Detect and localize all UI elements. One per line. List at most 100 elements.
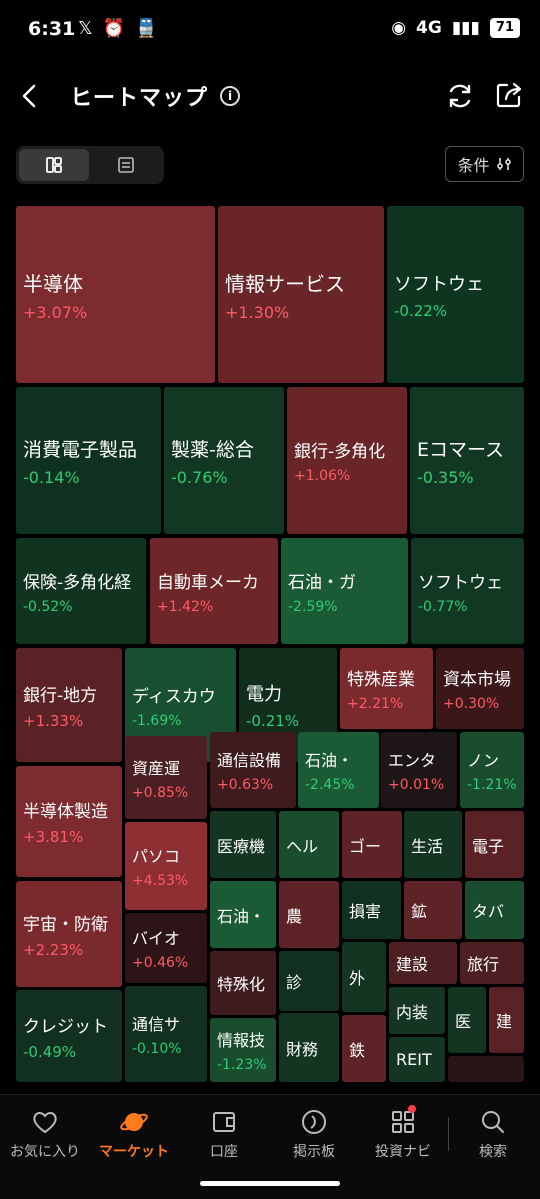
network-type: 4G [416,18,442,38]
tile-sector-name: 通信サ [132,1015,181,1034]
nav-favorites[interactable]: お気に入り [0,1107,90,1161]
heatmap-tile[interactable]: 財務 [279,1013,339,1082]
heatmap-tile[interactable]: 情報サービス +1.30% [218,206,384,383]
x-icon: 𝕏 [78,18,93,39]
heatmap-tile[interactable]: 製薬-総合 -0.76% [164,387,284,534]
heatmap-tile[interactable]: 宇宙・防衛 +2.23% [16,881,122,987]
heatmap-tile[interactable]: 建 [489,987,524,1053]
tile-sector-name: 鉄 [349,1040,366,1060]
heatmap-tile[interactable]: 農 [279,881,339,948]
heart-icon [33,1112,57,1134]
tile-sector-name: 製薬-総合 [171,438,254,461]
heatmap-tile[interactable]: 内装 [389,987,445,1034]
heatmap-tile[interactable]: 医療機 [210,811,276,878]
nav-invest-navi[interactable]: 投資ナビ [358,1105,448,1161]
heatmap-tile[interactable]: 石油・ [210,881,276,948]
tile-sector-name: 消費電子製品 [23,438,138,461]
tile-sector-name: ディスカウ [132,686,216,707]
heatmap-tile[interactable]: 情報技 -1.23% [210,1018,276,1082]
share-icon[interactable] [494,80,524,110]
tile-sector-name: 半導体 [23,271,83,296]
tile-change-percent: +4.53% [132,873,189,889]
tile-sector-name: 医 [455,1012,472,1031]
heatmap-tile[interactable]: 通信サ -0.10% [125,986,207,1082]
nav-search[interactable]: 検索 [448,1107,538,1161]
view-toggle [16,146,164,184]
tile-sector-name: 宇宙・防衛 [23,914,108,935]
heatmap-tile[interactable]: Eコマース -0.35% [410,387,524,534]
tile-change-percent: +0.46% [132,955,189,971]
heatmap-tile[interactable]: 電子 [465,811,524,878]
heatmap-tile[interactable]: ゴー [342,811,402,878]
filter-button[interactable]: 条件 [445,146,524,182]
tile-change-percent: -1.21% [467,777,517,793]
heatmap-tile[interactable]: 石油・ガ -2.59% [281,538,408,644]
tile-sector-name: 石油・ガ [288,572,356,593]
nav-account[interactable]: 口座 [179,1107,269,1161]
heatmap-tile[interactable]: 特殊産業 +2.21% [340,648,433,729]
heatmap-tile[interactable]: 銀行-地方 +1.33% [16,648,122,762]
tile-sector-name: 電子 [472,836,505,856]
tile-sector-name: 通信設備 [217,751,282,770]
heatmap-tile[interactable]: クレジット -0.49% [16,990,122,1082]
heatmap-tile[interactable]: 旅行 [460,942,524,984]
heatmap-tile[interactable]: 消費電子製品 -0.14% [16,387,161,534]
heatmap-tile[interactable]: 資産運 +0.85% [125,736,207,819]
heatmap-tile[interactable]: 鉄 [342,1015,386,1082]
heatmap-tile[interactable]: 半導体 +3.07% [16,206,215,383]
info-icon[interactable]: i [220,86,240,106]
tile-change-percent: +1.06% [294,468,351,484]
heatmap-tile[interactable]: 外 [342,942,386,1012]
list-view-button[interactable] [91,149,161,181]
heatmap-tile[interactable]: 鉱 [404,881,462,939]
heatmap-tile[interactable]: 損害 [342,881,401,939]
tile-sector-name: 銀行-地方 [23,685,98,706]
nav-board[interactable]: 掲示板 [269,1107,359,1161]
heatmap-tile[interactable]: 銀行-多角化 +1.06% [287,387,407,534]
tile-sector-name: 保険-多角化経 [23,572,132,593]
tile-change-percent: -0.35% [417,467,474,487]
heatmap-tile[interactable]: 半導体製造 +3.81% [16,766,122,877]
sliders-icon [496,158,511,170]
tile-sector-name: 銀行-多角化 [294,442,386,462]
tile-sector-name: 鉱 [411,902,428,921]
heatmap-tile[interactable] [448,1056,524,1082]
tile-sector-name: 診 [286,973,303,992]
signal-icon: ▮▮▮ [451,18,480,38]
hotspot-icon: ◉ [391,18,407,38]
heatmap-tile[interactable]: 資本市場 +0.30% [436,648,524,729]
heatmap-tile[interactable]: 石油・ -2.45% [298,732,379,808]
heatmap-tile[interactable]: REIT [389,1037,445,1082]
tile-sector-name: ソフトウェ [418,572,503,593]
heatmap-tile[interactable]: ソフトウェ -0.22% [387,206,524,383]
heatmap-tile[interactable]: 通信設備 +0.63% [210,732,296,808]
heatmap-tile[interactable]: 生活 [404,811,462,878]
heatmap-tile[interactable]: 自動車メーカ +1.42% [150,538,278,644]
home-indicator [200,1181,340,1186]
heatmap-tile[interactable]: 保険-多角化経 -0.52% [16,538,146,644]
heatmap-tile[interactable]: タバ [465,881,524,939]
tile-sector-name: ゴー [349,836,382,856]
tile-sector-name: 情報サービス [225,271,345,296]
heatmap-tile[interactable]: 特殊化 [210,951,276,1015]
chevron-left-icon[interactable] [12,78,48,114]
tile-sector-name: 財務 [286,1039,319,1059]
heatmap-tile[interactable]: パソコ +4.53% [125,822,207,910]
heatmap-tile[interactable]: エンタ +0.01% [381,732,457,808]
heatmap-tile[interactable]: 建設 [389,942,457,984]
heatmap-tile[interactable]: ノン -1.21% [460,732,524,808]
nav-market[interactable]: マーケット [89,1107,179,1161]
tile-sector-name: 損害 [349,902,382,921]
heatmap-view-button[interactable] [19,149,89,181]
tile-sector-name: 旅行 [467,955,500,974]
heatmap-tile[interactable]: バイオ +0.46% [125,913,207,983]
tile-change-percent: -1.69% [132,712,182,729]
heatmap-tile[interactable]: 診 [279,951,339,1011]
refresh-icon[interactable] [444,80,476,112]
heatmap-tile[interactable]: ヘル [279,811,339,878]
heatmap-tile[interactable]: ソフトウェ -0.77% [411,538,524,644]
heatmap-tile[interactable]: 医 [448,987,486,1053]
tile-sector-name: 資産運 [132,758,181,778]
tile-change-percent: -0.14% [23,467,80,487]
wallet-icon [213,1112,235,1132]
